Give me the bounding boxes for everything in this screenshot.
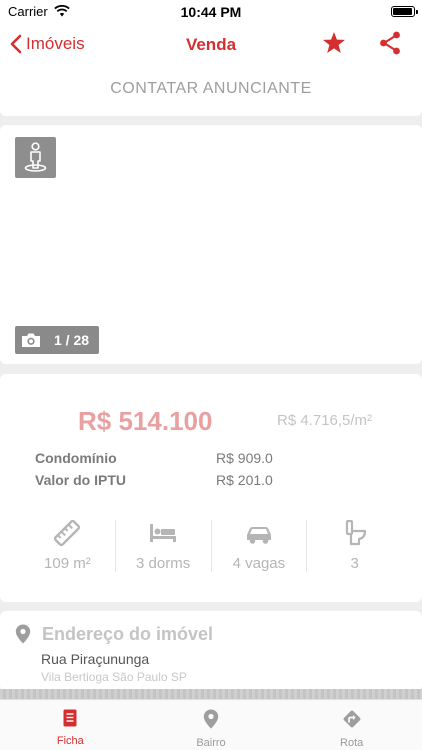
tab-ficha[interactable]: Ficha [0, 700, 141, 750]
sale-price: R$ 514.100 [78, 406, 213, 436]
address-card[interactable]: Endereço do imóvel Rua Piraçununga Vila … [0, 611, 422, 691]
location-pin-icon [203, 709, 219, 729]
feature-bedrooms-label: 3 dorms [136, 555, 191, 572]
price-card: R$ 514.100 R$ 4.716,5/m² Condomínio R$ 9… [0, 374, 422, 602]
car-icon [246, 527, 271, 544]
document-icon [63, 709, 77, 727]
map-preview-strip [0, 689, 422, 699]
condominium-value: R$ 909.0 [216, 450, 273, 466]
route-icon [343, 710, 361, 728]
toilet-icon [345, 520, 366, 546]
feature-bedrooms: 3 dorms [116, 520, 212, 572]
property-features: 109 m² 3 dorms 4 vagas 3 [20, 520, 402, 572]
navigation-bar: Imóveis Venda [0, 24, 422, 64]
street-view-button[interactable] [15, 137, 56, 178]
address-title: Endereço do imóvel [42, 624, 214, 644]
feature-bathrooms: 3 [307, 520, 402, 572]
status-time: 10:44 PM [180, 4, 242, 20]
photo-counter[interactable]: 1 / 28 [15, 326, 99, 354]
camera-icon [22, 333, 40, 347]
photo-gallery[interactable]: 1 / 28 [0, 125, 422, 364]
chevron-left-icon [10, 34, 22, 54]
contact-advertiser-button[interactable]: CONTATAR ANUNCIANTE [0, 80, 422, 98]
tab-rota-label: Rota [340, 737, 364, 749]
tab-bairro-label: Bairro [196, 737, 226, 749]
street-view-person-icon [24, 142, 47, 172]
iptu-value: R$ 201.0 [216, 472, 273, 488]
tab-bairro[interactable]: Bairro [141, 700, 282, 750]
tab-ficha-label: Ficha [56, 735, 84, 747]
bed-icon [150, 524, 177, 542]
tab-bar: Ficha Bairro Rota [0, 699, 422, 750]
address-street: Rua Piraçununga [41, 651, 150, 667]
back-label: Imóveis [26, 34, 85, 53]
feature-area-label: 109 m² [44, 555, 91, 572]
battery-icon [391, 6, 418, 17]
feature-parking-label: 4 vagas [232, 555, 286, 572]
price-per-square-meter: R$ 4.716,5/m² [277, 412, 373, 429]
condominium-label: Condomínio [35, 450, 117, 466]
tab-rota[interactable]: Rota [281, 700, 422, 750]
feature-area: 109 m² [20, 520, 116, 572]
feature-bathrooms-label: 3 [350, 555, 359, 572]
ruler-icon [54, 520, 81, 546]
contact-bar: CONTATAR ANUNCIANTE [0, 64, 422, 116]
location-pin-icon [15, 624, 31, 644]
address-neighborhood: Vila Bertioga São Paulo SP [41, 670, 187, 684]
back-button[interactable]: Imóveis [10, 31, 85, 57]
share-icon[interactable] [377, 30, 403, 56]
feature-parking: 4 vagas [212, 520, 308, 572]
photo-counter-text: 1 / 28 [54, 332, 90, 348]
status-bar: Carrier 10:44 PM [0, 0, 422, 24]
iptu-label: Valor do IPTU [35, 472, 127, 488]
favorite-star-icon[interactable] [321, 30, 347, 56]
